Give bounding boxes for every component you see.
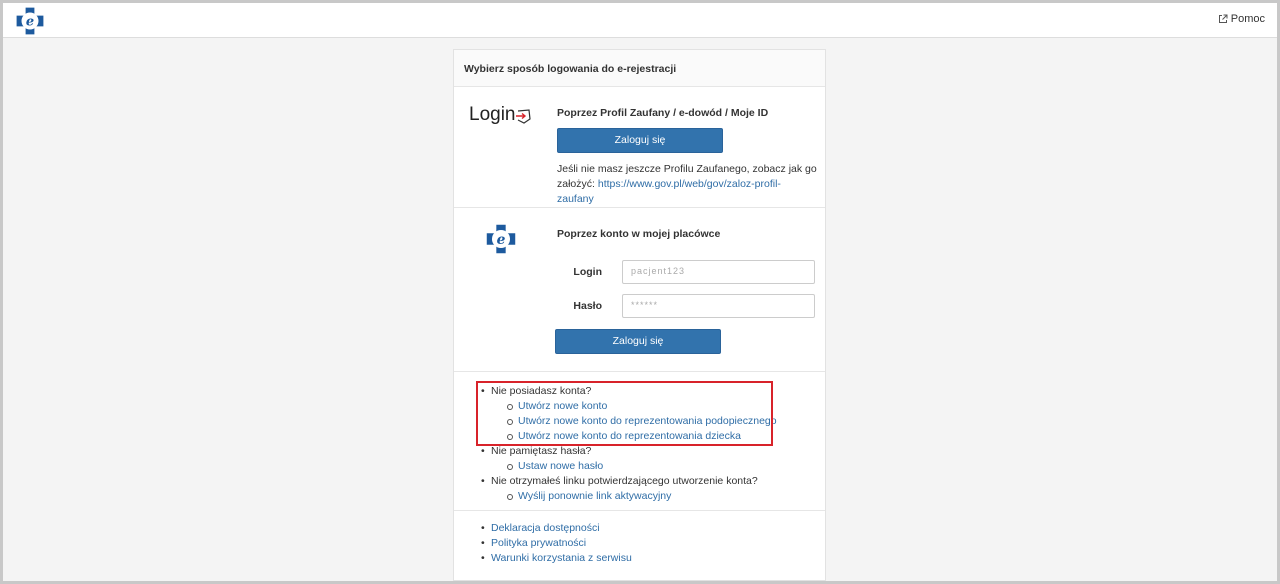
resend-activation-link[interactable]: Wyślij ponownie link aktywacyjny xyxy=(481,489,777,504)
login-logo-text: Login xyxy=(469,104,516,125)
terms-of-service-link[interactable]: Warunki korzystania z serwisu xyxy=(481,551,632,566)
trusted-profile-section: Login Poprzez Profil Zaufany / e-dowód /… xyxy=(454,87,825,208)
facility-account-title: Poprzez konto w mojej placówce xyxy=(557,228,721,240)
footer-links-section: Deklaracja dostępności Polityka prywatno… xyxy=(454,511,825,580)
set-new-password-link[interactable]: Ustaw nowe hasło xyxy=(481,459,777,474)
list-item-no-activation-link: Nie otrzymałeś linku potwierdzającego ut… xyxy=(481,474,777,489)
highlight-box xyxy=(476,381,773,446)
list-item-forgot-password: Nie pamiętasz hasła? xyxy=(481,444,777,459)
e-rejestracja-logo-icon: e xyxy=(485,223,517,255)
help-link[interactable]: Pomoc xyxy=(1218,13,1265,25)
e-rejestracja-logo-icon[interactable]: e xyxy=(14,6,46,36)
login-panel: Wybierz sposób logowania do e-rejestracj… xyxy=(453,49,826,581)
login-label: Login xyxy=(573,266,602,278)
trusted-profile-title: Poprzez Profil Zaufany / e-dowód / Moje … xyxy=(557,107,769,119)
panel-heading: Wybierz sposób logowania do e-rejestracj… xyxy=(454,50,825,87)
svg-text:e: e xyxy=(497,232,506,248)
privacy-policy-link[interactable]: Polityka prywatności xyxy=(481,536,632,551)
browser-page: e Pomoc Wybierz sposób logowania do e-re… xyxy=(3,3,1277,581)
svg-text:e: e xyxy=(26,15,34,30)
footer-links-list: Deklaracja dostępności Polityka prywatno… xyxy=(481,521,632,566)
top-navbar: e Pomoc xyxy=(3,3,1277,38)
accessibility-declaration-link[interactable]: Deklaracja dostępności xyxy=(481,521,632,536)
login-input[interactable]: pacjent123 xyxy=(622,260,815,284)
help-label: Pomoc xyxy=(1230,13,1265,25)
password-input[interactable]: ****** xyxy=(622,294,815,318)
trusted-profile-login-button[interactable]: Zaloguj się xyxy=(557,128,723,153)
facility-account-section: e Poprzez konto w mojej placówce Login p… xyxy=(454,208,825,372)
facility-login-button[interactable]: Zaloguj się xyxy=(555,329,721,354)
password-label: Hasło xyxy=(573,300,602,312)
login-arrow-shield-icon xyxy=(516,109,531,124)
trusted-profile-note: Jeśli nie masz jeszcze Profilu Zaufanego… xyxy=(557,162,817,207)
external-link-icon xyxy=(1218,14,1228,23)
